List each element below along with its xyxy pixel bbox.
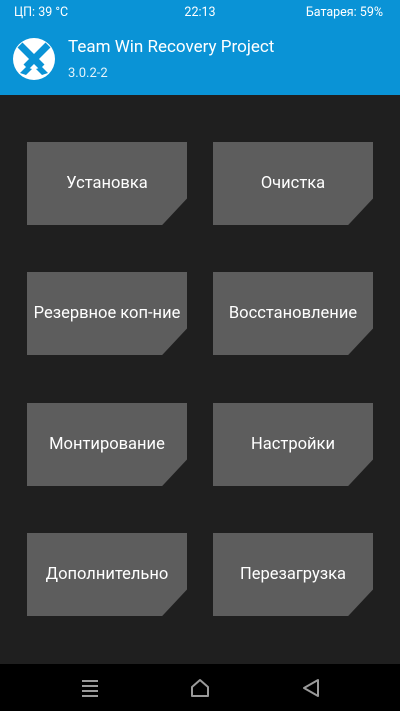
- battery-level: Батарея: 59%: [305, 5, 383, 20]
- menu-icon[interactable]: [77, 676, 103, 700]
- advanced-button[interactable]: Дополнительно: [27, 533, 187, 616]
- twrp-logo-icon: [12, 37, 56, 81]
- restore-button[interactable]: Восстановление: [213, 272, 373, 355]
- wipe-button[interactable]: Очистка: [213, 142, 373, 225]
- navigation-bar: [0, 664, 400, 711]
- backup-button[interactable]: Резервное коп-ние: [27, 272, 187, 355]
- back-icon[interactable]: [298, 676, 324, 700]
- settings-button[interactable]: Настройки: [213, 403, 373, 486]
- reboot-button[interactable]: Перезагрузка: [213, 533, 373, 616]
- mount-button[interactable]: Монтирование: [27, 403, 187, 486]
- app-header: Team Win Recovery Project 3.0.2-2: [0, 24, 400, 95]
- status-bar: ЦП: 39 °C 22:13 Батарея: 59%: [0, 0, 400, 24]
- home-icon[interactable]: [187, 676, 213, 700]
- install-button[interactable]: Установка: [27, 142, 187, 225]
- app-version: 3.0.2-2: [68, 66, 108, 81]
- app-title: Team Win Recovery Project: [68, 37, 275, 57]
